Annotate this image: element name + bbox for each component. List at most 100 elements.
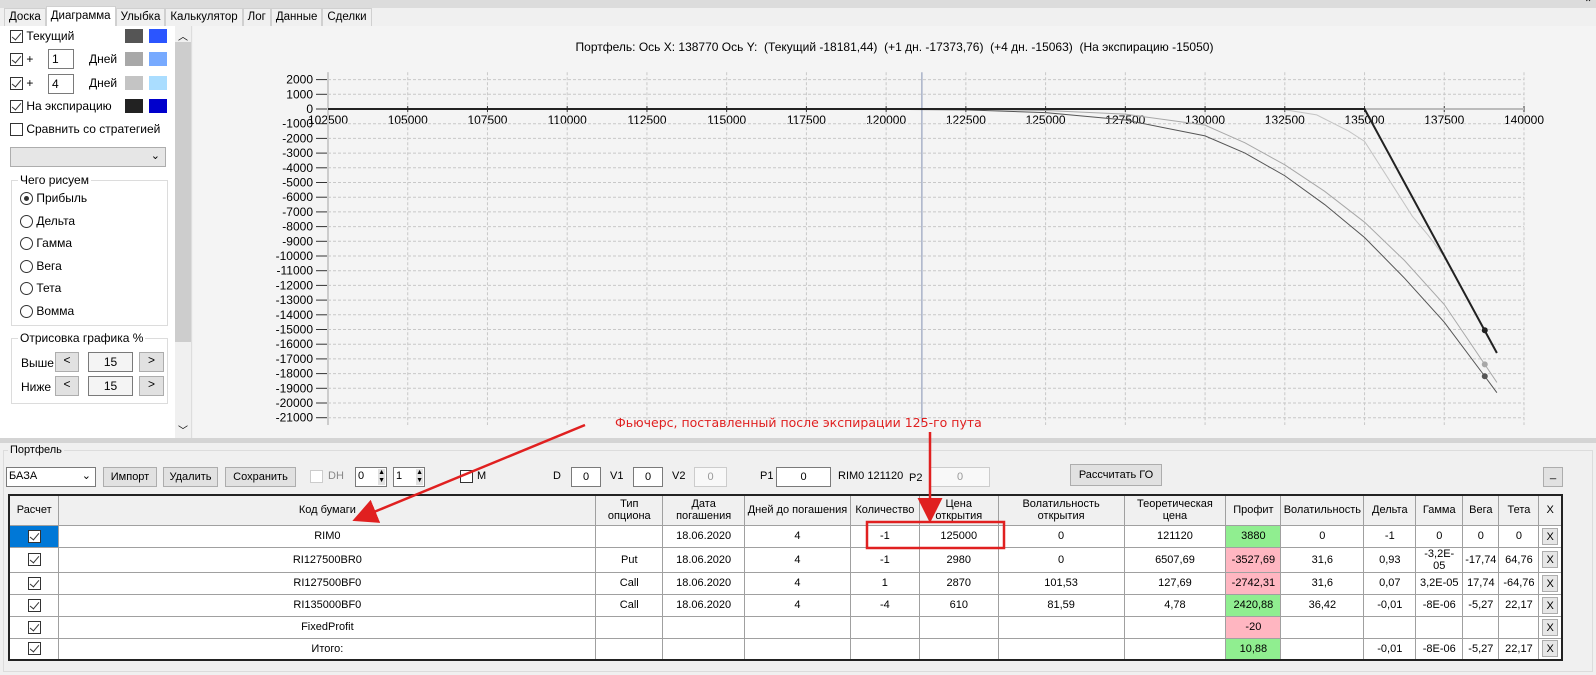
spin-arrows-icon[interactable]: ▲ ▼ [416,469,423,485]
calc-checkbox-cell[interactable] [8,637,60,661]
table-cell: -5,27 [1462,637,1500,661]
column-header[interactable]: Волатильность [1280,494,1365,526]
portfolio-select[interactable]: БАЗА ⌄ [6,467,96,487]
save-button[interactable]: Сохранить [225,467,296,487]
column-header[interactable]: Профит [1225,494,1282,526]
spin-arrows-icon[interactable]: ▲ ▼ [378,469,385,485]
calc-checkbox[interactable] [27,529,41,543]
calc-checkbox-cell[interactable] [8,546,60,573]
column-header[interactable]: Код бумаги [58,494,597,526]
spin2-value: 1 [396,470,403,482]
y-tick-label: -7000 [282,205,313,219]
column-header[interactable]: X [1538,494,1563,526]
table-cell [1123,615,1227,639]
table-cell [918,637,999,661]
y-tick-label: -11000 [277,264,314,278]
column-header[interactable]: Количество [849,494,920,526]
remove-row-button[interactable]: X [1542,574,1559,592]
column-header[interactable]: Цена открытия [918,494,999,526]
remove-cell[interactable]: X [1538,524,1563,548]
calc-checkbox-cell[interactable] [8,593,60,617]
d-input[interactable]: 0 [571,467,601,487]
column-header[interactable]: Гамма [1415,494,1464,526]
remove-row-button[interactable]: X [1542,551,1559,568]
p1-input[interactable]: 0 [776,467,831,487]
table-cell: -1 [1363,524,1417,548]
column-header[interactable]: Вега [1462,494,1500,526]
table-row[interactable]: RIM0 18.06.2020 4 -1 125000 0 121120 3880 0 -1 0 0 0… [8,524,1563,548]
table-cell: 2420,88 [1225,593,1282,617]
table-row[interactable]: RI127500BR0 Put 18.06.2020 4 -1 2980 0 6507,69-… [8,546,1563,573]
spin1-input[interactable]: 0 ▲ ▼ [355,467,387,487]
dh-checkbox[interactable] [310,470,323,483]
table-row[interactable]: RI135000BF0 Call 18.06.2020 4 -4 610 81,59 4,78… [8,593,1563,617]
remove-row-button[interactable]: X [1542,596,1559,614]
remove-cell[interactable]: X [1538,615,1563,639]
column-header[interactable]: Тип опциона [595,494,664,526]
remove-cell[interactable]: X [1538,571,1563,595]
calc-checkbox[interactable] [27,620,41,634]
table-row[interactable]: RI127500BF0 Call 18.06.2020 4 1 2870 101,53 127… [8,571,1563,595]
m-checkbox[interactable] [460,470,473,483]
m-label: M [477,470,487,482]
table-cell: 4 [744,524,851,548]
import-button[interactable]: Импорт [103,467,157,487]
table-cell [1498,615,1540,639]
series-marker-0 [1481,373,1488,380]
table-row[interactable]: FixedProfit -20 X [8,615,1563,639]
column-header[interactable]: Волатильность открытия [997,494,1125,526]
y-tick-label: -4000 [282,161,313,175]
table-cell: 0,93 [1363,546,1417,573]
table-cell: -0,01 [1363,593,1417,617]
calc-checkbox[interactable] [27,642,41,656]
p2-input[interactable]: 0 [930,467,990,487]
remove-cell[interactable]: X [1538,593,1563,617]
calc-checkbox-cell[interactable] [8,571,60,595]
table-cell [918,615,999,639]
remove-row-button[interactable]: X [1542,618,1559,636]
column-header[interactable]: Дельта [1363,494,1417,526]
column-header[interactable]: Расчет [8,494,60,526]
spin1-value: 0 [358,470,365,482]
remove-row-button[interactable]: X [1542,640,1559,658]
y-tick-label: -5000 [282,176,313,190]
delete-button[interactable]: Удалить [163,467,218,487]
table-cell: 3880 [1225,524,1282,548]
table-row[interactable]: Итого: 10,88 -0,01 -8E-06 -5,27 22,17 X [8,637,1563,661]
column-header[interactable]: Теоретическая цена [1123,494,1227,526]
calc-checkbox-cell[interactable] [8,524,60,548]
column-header[interactable]: Дата погашения [662,494,746,526]
calc-go-button[interactable]: Рассчитать ГО [1070,464,1162,486]
spin2-input[interactable]: 1 ▲ ▼ [393,467,425,487]
table-cell: 6507,69 [1123,546,1227,573]
table-cell: 121120 [1123,524,1227,548]
column-header[interactable]: Тета [1498,494,1540,526]
table-cell [1363,615,1417,639]
calc-checkbox[interactable] [27,553,41,566]
minimize-button[interactable]: _ [1543,467,1563,487]
table-cell: 18.06.2020 [662,593,746,617]
table-cell: 4 [744,546,851,573]
table-cell: 18.06.2020 [662,546,746,573]
table-cell: RIM0 [58,524,597,548]
remove-cell[interactable]: X [1538,637,1563,661]
v1-label: V1 [610,470,624,482]
y-tick-label: -16000 [276,337,314,351]
series-marker-1 [1481,361,1488,368]
column-header[interactable]: Дней до погашения [744,494,851,526]
portfolio-panel: Портфель БАЗА ⌄ Импорт Удалить Сохранить … [0,443,1596,675]
table-cell: -17,74 [1462,546,1500,573]
calc-checkbox[interactable] [27,576,41,590]
v2-input[interactable]: 0 [694,467,727,487]
v1-input[interactable]: 0 [633,467,663,487]
calc-checkbox-cell[interactable] [8,615,60,639]
remove-cell[interactable]: X [1538,546,1563,573]
table-cell: 610 [918,593,999,617]
table-cell: -8E-06 [1415,593,1464,617]
portfolio-title: Портфель [8,444,64,456]
remove-row-button[interactable]: X [1542,527,1559,545]
calc-checkbox[interactable] [27,598,41,612]
table-cell: 0 [1280,524,1365,548]
table-cell: 81,59 [997,593,1125,617]
y-tick-label: -13000 [276,293,314,307]
